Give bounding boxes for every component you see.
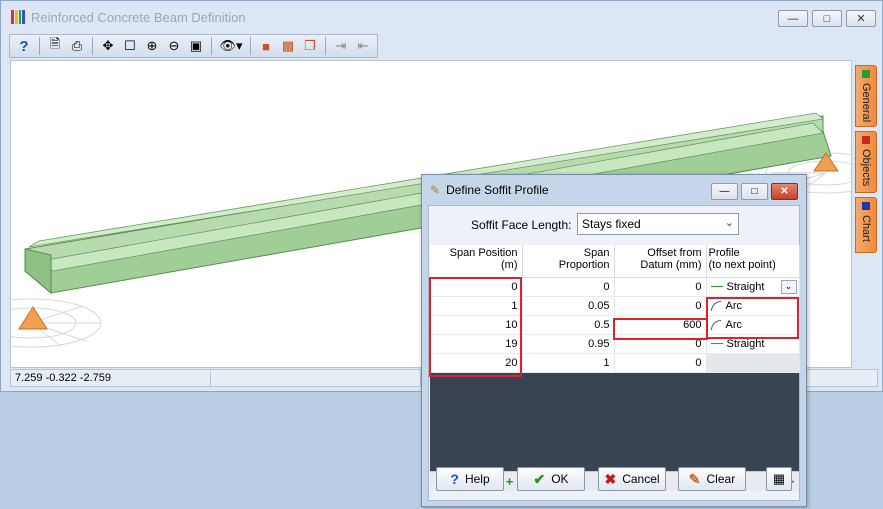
profile-value: Straight: [726, 280, 765, 293]
main-window-title: Reinforced Concrete Beam Definition: [31, 9, 246, 25]
soffit-profile-dialog: ✎ Define Soffit Profile — □ ✕ Soffit Fac…: [421, 174, 807, 507]
beam-end-face: [24, 248, 52, 295]
print-preview-icon[interactable]: 🗎: [45, 36, 65, 56]
zoom-out-icon[interactable]: ⊖: [164, 36, 184, 56]
side-tab-objects-label: Objects: [860, 149, 872, 187]
eraser-icon: ✎: [688, 470, 701, 487]
span-proportion-cell[interactable]: 0.05: [522, 296, 615, 316]
close-button[interactable]: ✕: [846, 10, 876, 27]
view-front-icon[interactable]: ■: [256, 36, 276, 56]
highlight-offset-600: [613, 318, 708, 340]
side-tabs: General Objects Chart: [855, 65, 877, 257]
side-tab-chart-label: Chart: [860, 215, 872, 242]
soffit-face-length-label: Soffit Face Length:: [471, 218, 572, 232]
calculator-button[interactable]: ▦: [766, 467, 792, 491]
clear-button[interactable]: ✎ Clear: [678, 467, 746, 491]
straight-line-icon: [710, 343, 723, 345]
chevron-down-icon[interactable]: ⌄: [780, 279, 797, 294]
status-cell: [211, 370, 421, 386]
side-tab-general[interactable]: General: [855, 65, 877, 127]
objects-tab-icon: [862, 136, 870, 144]
help-icon[interactable]: ?: [14, 36, 34, 56]
maximize-button[interactable]: □: [812, 10, 842, 27]
soffit-face-length-select[interactable]: Stays fixed ⌄: [577, 213, 739, 235]
offset-cell[interactable]: 0: [614, 296, 707, 316]
status-coords: 7.259 -0.322 -2.759: [11, 370, 211, 386]
left-support-cone: [18, 306, 48, 330]
import-icon[interactable]: ⇤: [353, 36, 373, 56]
toolbar-separator: [325, 37, 326, 55]
cancel-button-label: Cancel: [622, 472, 660, 486]
profile-grid[interactable]: Span Position (m) Span Proportion Offset f…: [429, 245, 800, 471]
dialog-window-controls: — □ ✕: [711, 183, 798, 200]
chart-tab-icon: [862, 202, 870, 210]
main-window-controls: — □ ✕: [778, 10, 876, 27]
toolbar-separator: [250, 37, 251, 55]
highlight-span-position-column: [429, 277, 522, 377]
ok-button-label: OK: [551, 472, 569, 486]
soffit-face-length-value: Stays fixed: [582, 217, 641, 231]
help-icon: ?: [450, 471, 459, 487]
highlight-arc-profiles: [706, 297, 799, 339]
view-iso-icon[interactable]: ❒: [300, 36, 320, 56]
pan-icon[interactable]: ✥: [98, 36, 118, 56]
clear-button-label: Clear: [706, 472, 736, 486]
profile-cell-disabled: [706, 353, 800, 373]
general-tab-icon: [862, 70, 870, 78]
chevron-down-icon: ⌄: [724, 217, 734, 229]
dialog-close-button[interactable]: ✕: [771, 183, 798, 200]
minimize-button[interactable]: —: [778, 10, 808, 27]
main-title-bar: Reinforced Concrete Beam Definition: [1, 1, 882, 33]
print-icon[interactable]: ⎙: [67, 36, 87, 56]
dialog-body: Soffit Face Length: Stays fixed ⌄ Span P…: [428, 205, 800, 501]
export-icon[interactable]: ⇥: [331, 36, 351, 56]
soffit-face-length-row: Soffit Face Length: Stays fixed ⌄: [429, 206, 799, 244]
toolbar-separator: [39, 37, 40, 55]
help-button[interactable]: ? Help: [436, 467, 504, 491]
straight-line-icon: [710, 286, 723, 288]
span-proportion-cell[interactable]: 1: [522, 353, 615, 373]
zoom-in-icon[interactable]: ⊕: [142, 36, 162, 56]
pencil-icon: ✎: [430, 183, 441, 197]
side-tab-objects[interactable]: Objects: [855, 131, 877, 193]
dialog-maximize-button[interactable]: □: [741, 183, 768, 200]
help-button-label: Help: [464, 472, 490, 486]
span-proportion-cell[interactable]: 0.95: [522, 334, 615, 354]
dialog-minimize-button[interactable]: —: [711, 183, 738, 200]
col-header-span-position[interactable]: Span Position (m): [430, 245, 523, 278]
cross-icon: ✖: [604, 470, 617, 487]
side-tab-chart[interactable]: Chart: [855, 197, 877, 253]
offset-cell[interactable]: 0: [614, 277, 707, 297]
col-header-span-proportion[interactable]: Span Proportion: [522, 245, 615, 278]
span-proportion-cell[interactable]: 0: [522, 277, 615, 297]
toolbar-separator: [211, 37, 212, 55]
span-proportion-cell[interactable]: 0.5: [522, 315, 615, 335]
toolbar-separator: [92, 37, 93, 55]
col-header-profile[interactable]: Profile (to next point): [706, 245, 800, 278]
table-header-row: Span Position (m) Span Proportion Offset f…: [430, 245, 800, 278]
zoom-extents-icon[interactable]: ▣: [186, 36, 206, 56]
main-toolbar: ? 🗎 ⎙ ✥ ☐ ⊕ ⊖ ▣ 👁▾ ■ ▩ ❒ ⇥ ⇤: [9, 34, 378, 58]
offset-cell[interactable]: 0: [614, 353, 707, 373]
calculator-icon: ▦: [772, 471, 786, 486]
app-icon: [11, 10, 25, 24]
col-header-offset[interactable]: Offset from Datum (mm): [614, 245, 707, 278]
view-eye-icon[interactable]: 👁▾: [217, 36, 245, 56]
profile-value: Straight: [726, 337, 765, 350]
dialog-title: Define Soffit Profile: [446, 183, 549, 197]
select-box-icon[interactable]: ☐: [120, 36, 140, 56]
dialog-button-row: ? Help ✔ OK ✖ Cancel ✎ Clear ▦: [428, 467, 800, 495]
side-tab-general-label: General: [860, 83, 872, 123]
cancel-button[interactable]: ✖ Cancel: [598, 467, 666, 491]
checkmark-icon: ✔: [533, 470, 546, 487]
ok-button[interactable]: ✔ OK: [517, 467, 585, 491]
view-side-icon[interactable]: ▩: [278, 36, 298, 56]
profile-cell[interactable]: Straight ⌄: [706, 277, 800, 297]
